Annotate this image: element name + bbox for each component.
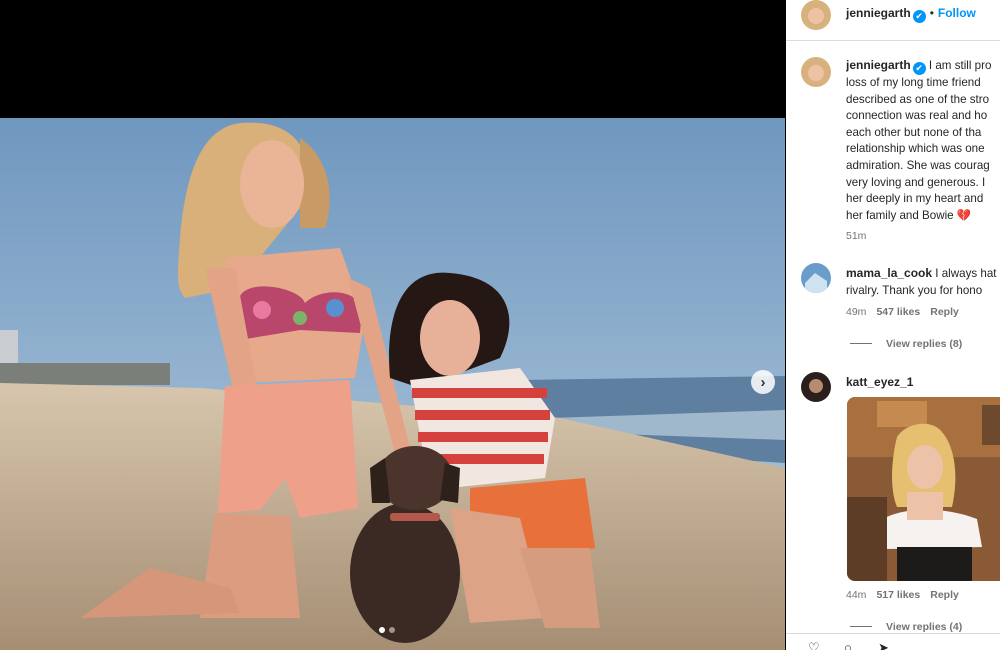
commenter-avatar[interactable] (801, 263, 831, 293)
comment-text-line: I always hat (935, 267, 997, 280)
comments-panel: jenniegarth ✔ • Follow jenniegarth ✔ I am st… (786, 0, 1000, 650)
comment-username[interactable]: mama_la_cook (846, 266, 932, 280)
comment-meta: 44m 517 likes Reply (846, 589, 959, 601)
action-bar: ♡ ○ ➤ (786, 633, 1000, 650)
divider-line (850, 343, 872, 344)
post-caption: jenniegarth ✔ I am still pro loss of my l… (846, 57, 1000, 224)
caption-text-line: I am still pro (928, 59, 992, 72)
caption-text-line: relationship which was one (846, 142, 985, 156)
view-replies-label: View replies (4) (886, 621, 963, 633)
caption-text-line: her family and Bowie (846, 208, 954, 222)
comment-text: katt_eyez_1 (846, 374, 1000, 392)
caption-text-line: very loving and generous. I (846, 175, 986, 189)
reply-button[interactable]: Reply (930, 589, 959, 601)
caption-text-line: her deeply in my heart and (846, 192, 984, 206)
reply-button[interactable]: Reply (930, 306, 959, 318)
carousel-indicator (379, 627, 395, 633)
broken-heart-icon: 💔 (956, 208, 972, 222)
separator-dot: • (929, 6, 934, 20)
caption-text-line: described as one of the stro (846, 92, 990, 106)
caption-time: 51m (846, 230, 867, 242)
caption-text-line: admiration. She was courag (846, 158, 990, 172)
post-media-panel: › (0, 0, 785, 650)
share-icon[interactable]: ➤ (878, 640, 889, 650)
divider (786, 40, 1000, 41)
verified-badge-icon: ✔ (912, 10, 926, 23)
view-replies-button[interactable]: View replies (8) (850, 338, 962, 350)
comment-time: 49m (846, 306, 867, 318)
author-username[interactable]: jenniegarth (846, 6, 911, 20)
caption-author-avatar[interactable] (801, 57, 831, 87)
verified-badge-icon: ✔ (912, 62, 926, 75)
author-avatar[interactable] (801, 0, 831, 30)
comment-likes[interactable]: 547 likes (876, 306, 920, 318)
comment-icon[interactable]: ○ (844, 640, 852, 650)
next-photo-button[interactable]: › (751, 370, 775, 394)
comment-gif[interactable] (847, 397, 1000, 581)
caption-username[interactable]: jenniegarth (846, 58, 911, 72)
comment-meta: 49m 547 likes Reply (846, 306, 959, 318)
follow-button[interactable]: Follow (938, 6, 976, 20)
caption-text-line: connection was real and ho (846, 109, 988, 123)
comment-text-line: rivalry. Thank you for hono (846, 283, 983, 297)
comment-likes[interactable]: 517 likes (876, 589, 920, 601)
carousel-dot-active (379, 627, 385, 633)
post-header: jenniegarth ✔ • Follow (846, 6, 976, 23)
carousel-dot (389, 627, 395, 633)
commenter-avatar[interactable] (801, 372, 831, 402)
caption-text-line: each other but none of tha (846, 125, 982, 139)
comment-text: mama_la_cook I always hat rivalry. Thank… (846, 265, 1000, 299)
comment-time: 44m (846, 589, 867, 601)
chevron-right-icon: › (760, 373, 766, 391)
heart-icon[interactable]: ♡ (808, 640, 820, 650)
divider-line (850, 626, 872, 627)
caption-text-line: loss of my long time friend (846, 76, 981, 89)
view-replies-label: View replies (8) (886, 338, 963, 350)
post-photo[interactable] (0, 118, 785, 650)
comment-username[interactable]: katt_eyez_1 (846, 375, 913, 389)
view-replies-button[interactable]: View replies (4) (850, 621, 962, 633)
